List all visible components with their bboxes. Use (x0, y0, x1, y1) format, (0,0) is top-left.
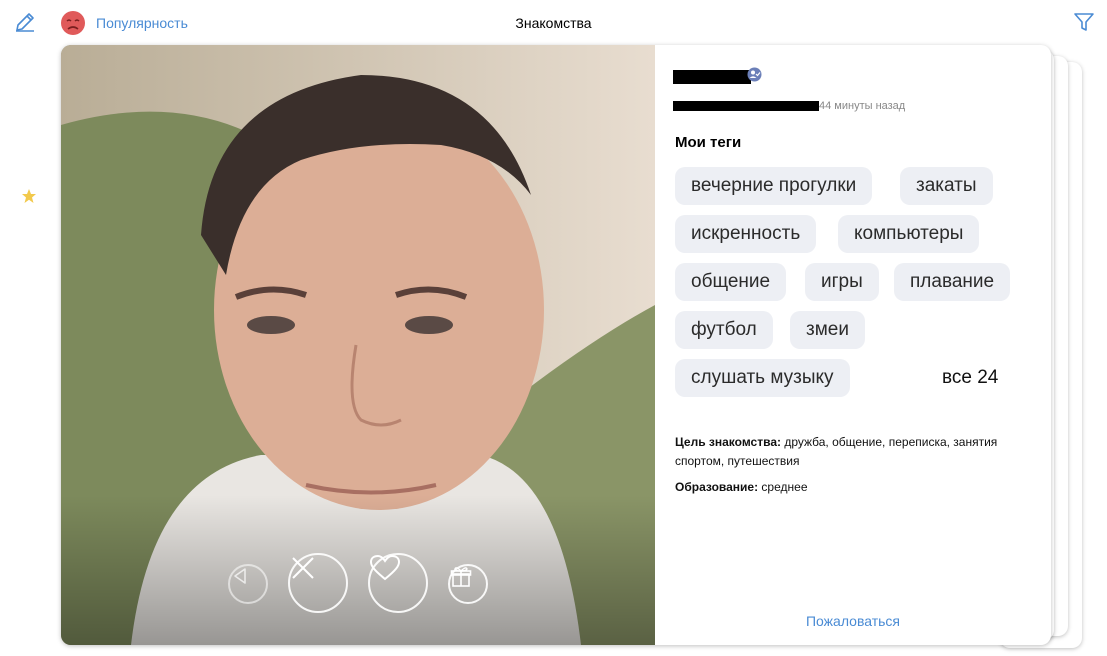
card-actions (61, 553, 655, 615)
redacted-name (673, 70, 751, 84)
dating-goal-label: Цель знакомства: (675, 435, 781, 449)
all-tags-link[interactable]: все 24 (942, 367, 998, 389)
education-value: среднее (758, 480, 808, 494)
filter-icon (1074, 13, 1094, 31)
tag[interactable]: игры (805, 263, 879, 301)
star-icon[interactable] (21, 188, 37, 204)
tag[interactable]: змеи (790, 311, 865, 349)
tag[interactable]: вечерние прогулки (675, 167, 873, 205)
report-link[interactable]: Пожаловаться (655, 613, 1051, 629)
tag[interactable]: искренность (675, 215, 817, 253)
profile-card: 44 минуты назад Мои теги вечерние прогул… (61, 45, 1051, 645)
like-button[interactable] (368, 553, 428, 613)
tag[interactable]: футбол (675, 311, 773, 349)
education-label: Образование: (675, 480, 759, 494)
tag[interactable]: слушать музыку (675, 359, 850, 397)
tags-title: Мои теги (675, 134, 742, 151)
verified-user-icon (747, 67, 762, 81)
profile-status-row: 44 минуты назад (673, 99, 905, 113)
dating-goal: Цель знакомства: дружба, общение, перепи… (675, 433, 1035, 471)
tag[interactable]: компьютеры (838, 215, 980, 253)
tag[interactable]: закаты (900, 167, 993, 205)
cross-icon (292, 557, 314, 579)
heart-icon (370, 555, 400, 581)
gift-icon (450, 567, 472, 587)
back-button[interactable] (228, 564, 268, 604)
page-title: Знакомства (515, 15, 592, 31)
education: Образование: среднее (675, 480, 808, 494)
tag[interactable]: общение (675, 263, 787, 301)
redacted-status (673, 101, 819, 111)
profile-photo[interactable] (61, 45, 655, 645)
profile-info: 44 минуты назад Мои теги вечерние прогул… (655, 45, 1051, 645)
profile-name-row (673, 67, 762, 85)
triangle-left-icon (234, 568, 246, 584)
tag[interactable]: плавание (894, 263, 1011, 301)
gift-button[interactable] (448, 564, 488, 604)
last-seen: 44 минуты назад (819, 100, 906, 112)
filter-button[interactable] (1072, 10, 1096, 34)
dislike-button[interactable] (288, 553, 348, 613)
